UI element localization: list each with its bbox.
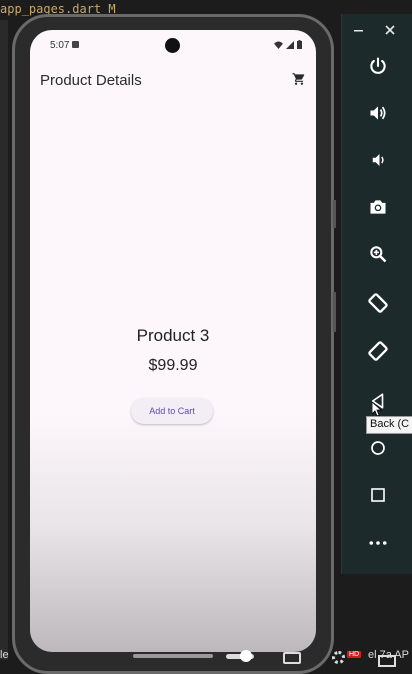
product-name: Product 3 bbox=[136, 326, 210, 345]
overview-icon[interactable] bbox=[342, 478, 412, 512]
rotate-right-icon[interactable] bbox=[342, 334, 412, 368]
notification-icon bbox=[72, 41, 79, 48]
rotate-left-icon[interactable] bbox=[342, 286, 412, 320]
status-icons bbox=[274, 40, 302, 49]
settings-icon[interactable] bbox=[332, 651, 345, 664]
product-price: $99.99 bbox=[148, 357, 198, 374]
hd-badge: HD bbox=[347, 651, 362, 658]
shopping-cart-icon[interactable] bbox=[292, 72, 306, 91]
volume-up-icon[interactable] bbox=[342, 96, 412, 130]
page-title: Product Details bbox=[40, 72, 142, 89]
battery-icon bbox=[297, 40, 302, 49]
front-camera bbox=[165, 38, 180, 53]
back-tooltip: Back (C bbox=[366, 416, 412, 434]
status-time: 5:07 bbox=[50, 40, 70, 51]
zoom-icon[interactable] bbox=[342, 237, 412, 271]
home-icon[interactable] bbox=[342, 431, 412, 465]
volume-slider-knob[interactable] bbox=[240, 650, 252, 662]
add-to-cart-button[interactable]: Add to Cart bbox=[131, 398, 213, 424]
power-icon[interactable] bbox=[342, 49, 412, 83]
wifi-icon bbox=[274, 40, 283, 49]
minimize-icon[interactable] bbox=[354, 22, 364, 40]
app-screen: 5:07 Product Details Product 3 $99.99 Ad… bbox=[30, 30, 316, 652]
volume-down-icon[interactable] bbox=[342, 143, 412, 177]
signal-icon bbox=[286, 40, 294, 49]
phone-side-button bbox=[333, 292, 336, 332]
app-bar: Product Details bbox=[30, 68, 316, 98]
subtitles-icon[interactable] bbox=[283, 652, 301, 664]
phone-side-button bbox=[333, 200, 336, 228]
status-bar: 5:07 bbox=[30, 30, 316, 60]
close-icon[interactable] bbox=[385, 22, 395, 40]
video-left-text: le bbox=[0, 649, 9, 661]
ide-gutter bbox=[0, 20, 8, 660]
camera-icon[interactable] bbox=[342, 190, 412, 224]
fullscreen-icon[interactable] bbox=[378, 655, 396, 667]
emulator-toolbar bbox=[341, 14, 412, 574]
more-icon[interactable] bbox=[342, 526, 412, 560]
